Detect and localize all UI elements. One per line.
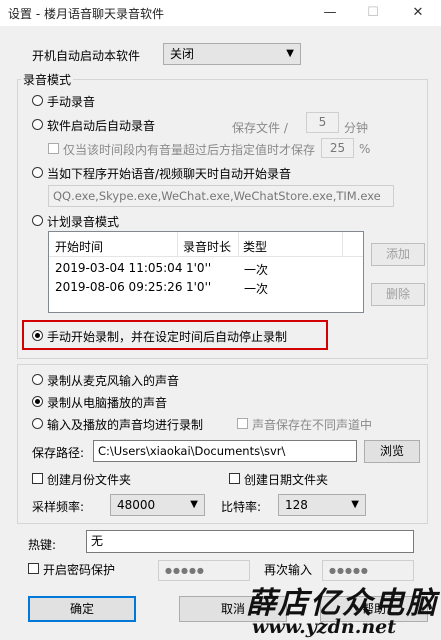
hotkey-label: 热键: bbox=[28, 538, 57, 552]
radio-pc[interactable] bbox=[32, 396, 43, 407]
radio-manual-label: 手动录音 bbox=[47, 95, 96, 109]
table-row[interactable]: 2019-08-06 09:25:26 1'0'' 一次 bbox=[49, 277, 363, 296]
password-again-label: 再次输入 bbox=[264, 563, 313, 577]
bitrate-value: 128 bbox=[285, 498, 308, 512]
radio-mic[interactable] bbox=[32, 374, 43, 385]
volume-save-label: 仅当该时间段内有音量超过后方指定值时才保存 bbox=[63, 143, 316, 157]
password-field[interactable]: ●●●●● bbox=[158, 560, 250, 581]
save-minutes-field[interactable]: 5 bbox=[306, 112, 339, 133]
table-row[interactable]: 2019-03-04 11:05:04 1'0'' 一次 bbox=[49, 258, 363, 277]
chevron-down-icon: ▼ bbox=[351, 499, 359, 510]
col-divider bbox=[238, 232, 239, 256]
startup-label: 开机自动启动本软件 bbox=[32, 49, 141, 63]
bitrate-label: 比特率: bbox=[221, 500, 262, 514]
ok-button[interactable]: 确定 bbox=[28, 596, 136, 622]
radio-both-label: 输入及播放的声音均进行录制 bbox=[47, 418, 204, 432]
startup-value: 关闭 bbox=[170, 47, 195, 61]
save-file-label: 保存文件 / bbox=[232, 121, 288, 135]
radio-auto-start-label: 软件启动后自动录音 bbox=[47, 119, 156, 133]
row-start: 2019-08-06 09:25:26 bbox=[55, 280, 183, 294]
radio-manual-timed-label: 手动开始录制，并在设定时间后自动停止录制 bbox=[47, 330, 288, 344]
add-schedule-button[interactable]: 添加 bbox=[371, 243, 425, 266]
radio-auto-program[interactable] bbox=[32, 167, 43, 178]
col-start-time[interactable]: 开始时间 bbox=[55, 238, 103, 255]
separate-channels-checkbox[interactable] bbox=[237, 418, 248, 429]
chevron-down-icon: ▼ bbox=[286, 48, 294, 59]
maximize-button[interactable]: ☐ bbox=[350, 0, 396, 26]
browse-button[interactable]: 浏览 bbox=[364, 440, 420, 463]
separate-channels-label: 声音保存在不同声道中 bbox=[252, 418, 373, 432]
radio-scheduled[interactable] bbox=[32, 215, 43, 226]
window-title: 设置 - 楼月语音聊天录音软件 bbox=[8, 7, 164, 21]
radio-both[interactable] bbox=[32, 418, 43, 429]
sample-rate-value: 48000 bbox=[117, 498, 156, 512]
radio-manual-timed[interactable] bbox=[32, 330, 43, 341]
password-again-field[interactable]: ●●●●● bbox=[322, 560, 414, 581]
save-path-field[interactable]: C:\Users\xiaokai\Documents\svr\ bbox=[93, 440, 357, 462]
volume-save-checkbox[interactable] bbox=[48, 143, 59, 154]
minimize-button[interactable]: — bbox=[307, 0, 353, 26]
help-button[interactable]: 帮助 bbox=[320, 596, 428, 622]
hotkey-field[interactable]: 无 bbox=[86, 530, 414, 553]
radio-auto-program-label: 当如下程序开始语音/视频聊天时自动开始录音 bbox=[47, 167, 292, 181]
delete-schedule-button[interactable]: 删除 bbox=[371, 283, 425, 306]
col-divider bbox=[177, 232, 178, 256]
schedule-list[interactable]: 开始时间 录音时长 类型 2019-03-04 11:05:04 1'0'' 一… bbox=[48, 231, 364, 313]
program-list-field[interactable]: QQ.exe,Skype.exe,WeChat.exe,WeChatStore.… bbox=[48, 185, 394, 207]
monthly-folder-checkbox[interactable] bbox=[32, 473, 43, 484]
date-folder-checkbox[interactable] bbox=[229, 473, 240, 484]
monthly-folder-label: 创建月份文件夹 bbox=[47, 473, 132, 487]
row-start: 2019-03-04 11:05:04 bbox=[55, 261, 183, 275]
sample-rate-label: 采样频率: bbox=[32, 500, 85, 514]
radio-mic-label: 录制从麦克风输入的声音 bbox=[47, 374, 180, 388]
row-duration: 1'0'' bbox=[186, 261, 212, 275]
minutes-unit: 分钟 bbox=[344, 121, 369, 135]
radio-scheduled-label: 计划录音模式 bbox=[47, 215, 120, 229]
radio-auto-start[interactable] bbox=[32, 119, 43, 130]
cancel-button[interactable]: 取消 bbox=[179, 596, 287, 622]
volume-percent-field[interactable]: 25 bbox=[321, 138, 354, 158]
radio-manual[interactable] bbox=[32, 95, 43, 106]
col-divider bbox=[342, 232, 343, 256]
row-type: 一次 bbox=[244, 263, 269, 277]
save-path-label: 保存路径: bbox=[32, 446, 85, 460]
password-label: 开启密码保护 bbox=[43, 563, 116, 577]
date-folder-label: 创建日期文件夹 bbox=[244, 473, 329, 487]
row-duration: 1'0'' bbox=[186, 280, 212, 294]
title-bar: 设置 - 楼月语音聊天录音软件 — ☐ ✕ bbox=[0, 0, 441, 26]
row-type: 一次 bbox=[244, 282, 269, 296]
sample-rate-select[interactable]: 48000 ▼ bbox=[110, 494, 205, 516]
record-mode-title: 录音模式 bbox=[21, 71, 74, 88]
close-button[interactable]: ✕ bbox=[395, 0, 441, 26]
chevron-down-icon: ▼ bbox=[190, 499, 198, 510]
col-type[interactable]: 类型 bbox=[243, 238, 267, 255]
bitrate-select[interactable]: 128 ▼ bbox=[278, 494, 366, 516]
percent-unit: % bbox=[359, 142, 371, 156]
radio-pc-label: 录制从电脑播放的声音 bbox=[47, 396, 168, 410]
startup-select[interactable]: 关闭 ▼ bbox=[163, 43, 301, 65]
col-duration[interactable]: 录音时长 bbox=[183, 238, 231, 255]
password-checkbox[interactable] bbox=[28, 563, 39, 574]
